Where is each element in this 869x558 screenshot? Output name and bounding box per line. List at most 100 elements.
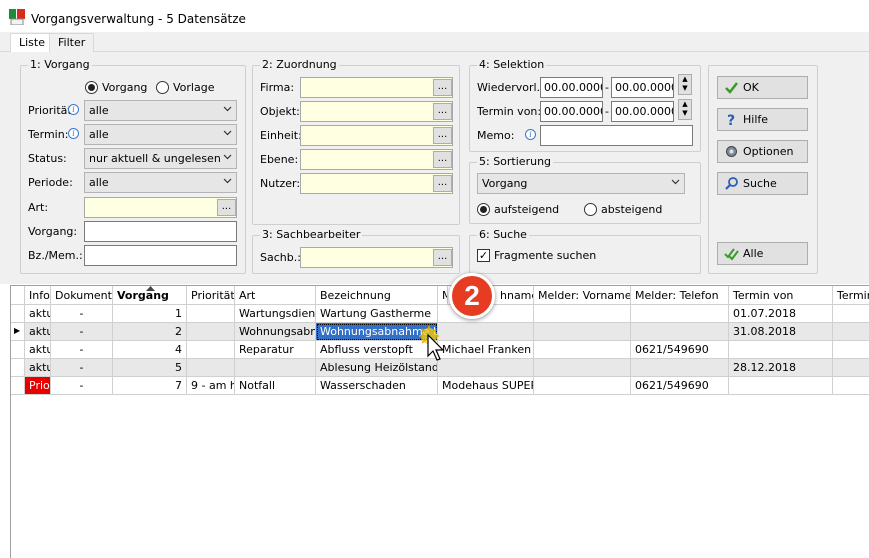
cell-termin-von[interactable]: 01.07.2018 <box>729 305 833 323</box>
objekt-browse-button[interactable]: ... <box>433 103 452 120</box>
ebene-browse-button[interactable]: ... <box>433 151 452 168</box>
tab-filter[interactable]: Filter <box>49 33 95 52</box>
cell-melder-telefon[interactable] <box>631 323 729 341</box>
radio-vorlage[interactable] <box>156 81 169 94</box>
cell-melder-telefon[interactable]: 0621/549690 <box>631 377 729 395</box>
header-vorgang[interactable]: Vorgang <box>113 286 187 305</box>
cell-bezeichnung[interactable]: Wasserschaden <box>316 377 438 395</box>
optionen-button[interactable]: Optionen <box>717 140 808 163</box>
header-termin-von[interactable]: Termin von <box>729 286 833 305</box>
cell-dokumente[interactable]: - <box>51 323 113 341</box>
cell-melder-vorname[interactable] <box>534 305 631 323</box>
bzmem-field[interactable] <box>84 245 237 266</box>
hilfe-button[interactable]: ? Hilfe <box>717 108 808 131</box>
cell-vorgang[interactable]: 1 <box>113 305 187 323</box>
termin-von-spinner[interactable]: ▲ ▼ <box>678 99 692 120</box>
firma-browse-button[interactable]: ... <box>433 79 452 96</box>
cell-termin-von[interactable] <box>729 341 833 359</box>
cell-termin[interactable] <box>833 305 869 323</box>
cell-dokumente[interactable]: - <box>51 341 113 359</box>
wiedervorl-spinner[interactable]: ▲ ▼ <box>678 74 692 95</box>
tab-liste[interactable]: Liste <box>10 33 54 53</box>
radio-vorgang[interactable] <box>85 81 98 94</box>
vorgang-field[interactable] <box>84 221 237 242</box>
alle-button[interactable]: Alle <box>717 242 808 265</box>
cell-prioritaet[interactable]: 9 - am höc <box>187 377 235 395</box>
memo-info-icon[interactable]: i <box>525 129 536 140</box>
header-melder-vorname[interactable]: Melder: Vorname <box>534 286 631 305</box>
ebene-field[interactable] <box>300 149 453 170</box>
cell-art[interactable]: Wohnungsabna <box>235 323 316 341</box>
cell-melder-name[interactable]: Modehaus SUPER, <box>438 377 534 395</box>
termin-info-icon[interactable]: i <box>68 128 79 139</box>
cell-art[interactable]: Reparatur <box>235 341 316 359</box>
cell-termin[interactable] <box>833 377 869 395</box>
sortierung-select[interactable]: Vorgang <box>477 173 685 194</box>
einheit-browse-button[interactable]: ... <box>433 127 452 144</box>
cell-info[interactable]: aktu <box>25 341 51 359</box>
cell-prioritaet[interactable] <box>187 341 235 359</box>
cell-vorgang[interactable]: 4 <box>113 341 187 359</box>
cell-melder-vorname[interactable] <box>534 377 631 395</box>
header-melder-name-start[interactable]: M <box>438 286 448 305</box>
table-row[interactable]: aktu - 1 Wartungsdienst Wartung Gastherm… <box>11 305 869 323</box>
termin-von-to-field[interactable]: 00.00.0000 <box>611 101 674 122</box>
cell-prioritaet[interactable] <box>187 305 235 323</box>
termin-select[interactable]: alle <box>84 124 237 145</box>
cell-dokumente[interactable]: - <box>51 305 113 323</box>
sachb-field[interactable] <box>300 247 453 268</box>
nutzer-field[interactable] <box>300 173 453 194</box>
spin-up-icon[interactable]: ▲ <box>679 75 691 84</box>
status-select[interactable]: nur aktuell & ungelesen <box>84 148 237 169</box>
cell-art[interactable]: Notfall <box>235 377 316 395</box>
spin-down-icon[interactable]: ▼ <box>679 109 691 118</box>
cell-termin-von[interactable]: 28.12.2018 <box>729 359 833 377</box>
header-dokumente[interactable]: Dokumente <box>51 286 113 305</box>
fragmente-checkbox[interactable]: ✓ <box>477 249 490 262</box>
cell-art[interactable]: Wartungsdienst <box>235 305 316 323</box>
cell-prioritaet[interactable] <box>187 323 235 341</box>
cell-vorgang[interactable]: 7 <box>113 377 187 395</box>
cell-vorgang[interactable]: 5 <box>113 359 187 377</box>
cell-dokumente[interactable]: - <box>51 377 113 395</box>
cell-info[interactable]: aktu <box>25 359 51 377</box>
cell-vorgang[interactable]: 2 <box>113 323 187 341</box>
cell-termin-von[interactable] <box>729 377 833 395</box>
einheit-field[interactable] <box>300 125 453 146</box>
cell-info[interactable]: aktu <box>25 305 51 323</box>
objekt-field[interactable] <box>300 101 453 122</box>
cell-melder-telefon[interactable]: 0621/549690 <box>631 341 729 359</box>
sachb-browse-button[interactable]: ... <box>433 249 452 266</box>
cell-melder-telefon[interactable] <box>631 359 729 377</box>
radio-aufsteigend[interactable] <box>477 203 490 216</box>
radio-absteigend[interactable] <box>584 203 597 216</box>
wiedervorl-to-field[interactable]: 00.00.0000 <box>611 77 674 98</box>
spin-down-icon[interactable]: ▼ <box>679 84 691 93</box>
table-row[interactable]: Prior - 7 9 - am höc Notfall Wasserschad… <box>11 377 869 395</box>
wiedervorl-from-field[interactable]: 00.00.0000 <box>540 77 603 98</box>
prioritaet-select[interactable]: alle <box>84 100 237 121</box>
cell-melder-vorname[interactable] <box>534 359 631 377</box>
cell-melder-telefon[interactable] <box>631 305 729 323</box>
cell-bezeichnung[interactable]: Wartung Gastherme <box>316 305 438 323</box>
cell-art[interactable] <box>235 359 316 377</box>
header-bezeichnung[interactable]: Bezeichnung <box>316 286 438 305</box>
cell-termin-von[interactable]: 31.08.2018 <box>729 323 833 341</box>
cell-info[interactable]: aktu <box>25 323 51 341</box>
suche-button[interactable]: Suche <box>717 172 808 195</box>
cell-dokumente[interactable]: - <box>51 359 113 377</box>
cell-prioritaet[interactable] <box>187 359 235 377</box>
cell-termin[interactable] <box>833 359 869 377</box>
spin-up-icon[interactable]: ▲ <box>679 100 691 109</box>
header-melder-telefon[interactable]: Melder: Telefon <box>631 286 729 305</box>
periode-select[interactable]: alle <box>84 172 237 193</box>
header-info[interactable]: Info <box>25 286 51 305</box>
ok-button[interactable]: OK <box>717 76 808 99</box>
memo-field[interactable] <box>540 125 693 146</box>
cell-info-priority[interactable]: Prior <box>25 377 51 395</box>
prioritaet-info-icon[interactable]: i <box>68 104 79 115</box>
nutzer-browse-button[interactable]: ... <box>433 175 452 192</box>
termin-von-from-field[interactable]: 00.00.0000 <box>540 101 603 122</box>
cell-termin[interactable] <box>833 341 869 359</box>
header-prioritaet[interactable]: Priorität <box>187 286 235 305</box>
